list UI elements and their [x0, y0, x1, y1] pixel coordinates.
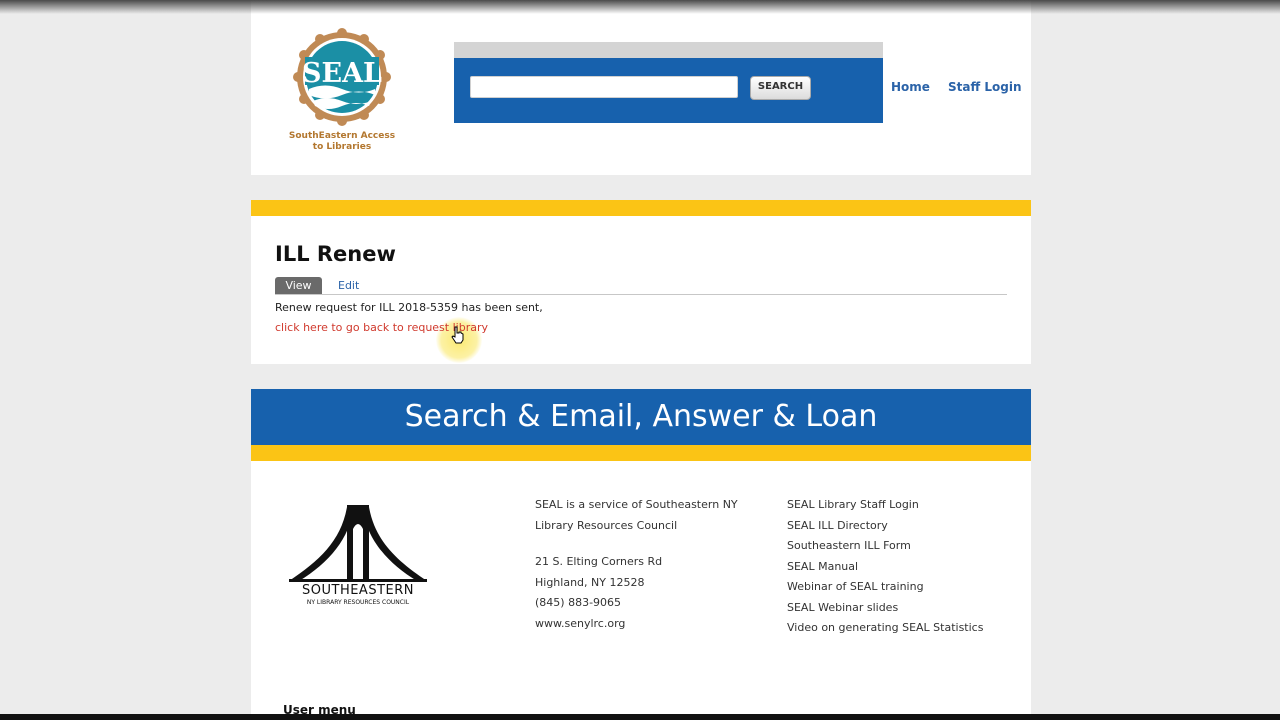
- site-header: SEAL SouthEastern Access to Libraries SE…: [251, 0, 1031, 175]
- tab-view[interactable]: View: [275, 277, 322, 294]
- phone-number: (845) 883-9065: [535, 596, 622, 609]
- about-line-1: SEAL is a service of Southeastern NY: [535, 498, 738, 511]
- seal-logo[interactable]: SEAL SouthEastern Access to Libraries: [287, 27, 397, 157]
- website-link[interactable]: www.senylrc.org: [535, 614, 738, 635]
- status-message: Renew request for ILL 2018-5359 has been…: [275, 301, 543, 314]
- nav-staff-login-link[interactable]: Staff Login: [948, 80, 1022, 94]
- footer-about: SEAL is a service of Southeastern NY Lib…: [535, 495, 738, 634]
- tab-edit[interactable]: Edit: [338, 277, 359, 294]
- site-footer: SOUTHEASTERN NY LIBRARY RESOURCES COUNCI…: [251, 461, 1031, 717]
- search-input[interactable]: [470, 76, 738, 98]
- nav-home-link[interactable]: Home: [891, 80, 930, 94]
- footer-links: SEAL Library Staff Login SEAL ILL Direct…: [787, 495, 983, 639]
- southeastern-logo-subtitle: NY LIBRARY RESOURCES COUNCIL: [306, 599, 410, 606]
- search-button[interactable]: SEARCH: [750, 76, 811, 100]
- tagline-banner: Search & Email, Answer & Loan: [251, 389, 1031, 445]
- window-top-shadow: [0, 0, 1280, 14]
- seal-emblem-icon: SEAL: [293, 28, 391, 126]
- page-title: ILL Renew: [275, 242, 396, 266]
- footer-link-manual[interactable]: SEAL Manual: [787, 557, 983, 578]
- footer-link-statistics-video[interactable]: Video on generating SEAL Statistics: [787, 618, 983, 639]
- address-line-1: 21 S. Elting Corners Rd: [535, 555, 663, 568]
- seal-logo-text: SEAL: [302, 58, 382, 89]
- banner-accent-stripe: [251, 445, 1031, 461]
- footer-link-ill-directory[interactable]: SEAL ILL Directory: [787, 516, 983, 537]
- bridge-icon: [289, 505, 427, 582]
- logo-caption-line-1: SouthEastern Access: [288, 131, 396, 141]
- search-bar: SEARCH: [454, 58, 883, 123]
- tabs-divider: [275, 294, 1007, 295]
- logo-caption-line-2: to Libraries: [312, 142, 372, 152]
- banner-tagline: Search & Email, Answer & Loan: [404, 399, 878, 434]
- footer-link-staff-login[interactable]: SEAL Library Staff Login: [787, 495, 983, 516]
- address-line-2: Highland, NY 12528: [535, 575, 645, 589]
- main-content: ILL Renew View Edit Renew request for IL…: [251, 200, 1031, 364]
- hand-cursor-icon: [451, 326, 464, 344]
- seal-logo-caption: SouthEastern Access to Libraries: [287, 131, 397, 153]
- search-region: SEARCH: [454, 42, 883, 123]
- southeastern-logo[interactable]: SOUTHEASTERN NY LIBRARY RESOURCES COUNCI…: [289, 501, 427, 611]
- footer-link-webinar[interactable]: Webinar of SEAL training: [787, 577, 983, 598]
- footer-link-ill-form[interactable]: Southeastern ILL Form: [787, 536, 983, 557]
- window-bottom-bar: [0, 714, 1280, 720]
- content-accent-stripe: [251, 200, 1031, 216]
- southeastern-logo-name: SOUTHEASTERN: [302, 583, 414, 598]
- about-line-2: Library Resources Council: [535, 518, 678, 532]
- footer-link-webinar-slides[interactable]: SEAL Webinar slides: [787, 598, 983, 619]
